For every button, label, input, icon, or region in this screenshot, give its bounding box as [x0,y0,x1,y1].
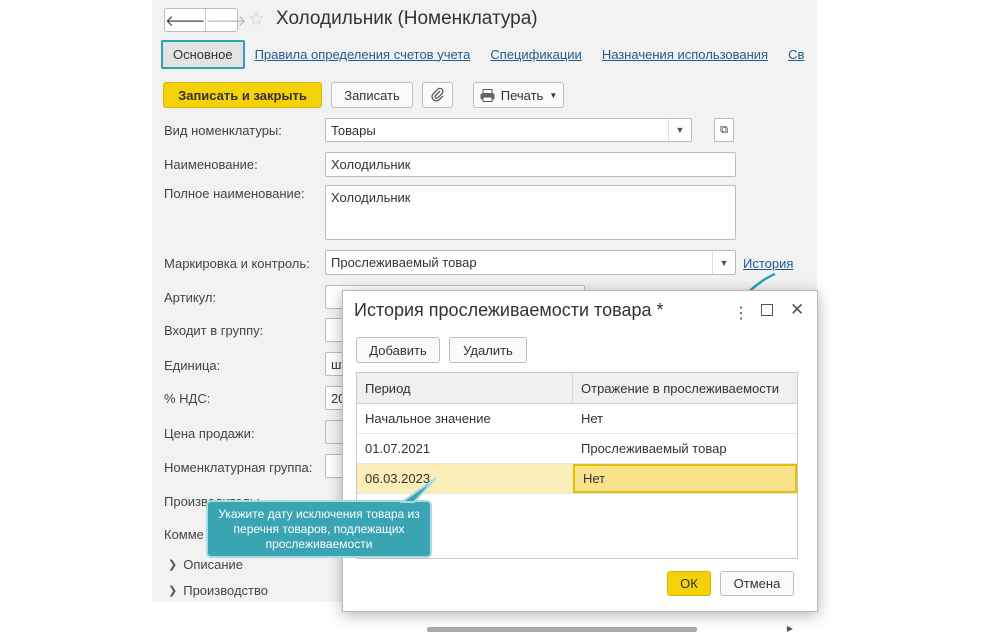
tab-more[interactable]: Св [788,47,804,62]
chevron-down-icon[interactable]: ▼ [668,119,691,141]
printer-icon [480,88,495,102]
column-header-reflection[interactable]: Отражение в прослеживаемости [573,373,797,403]
window-title: Холодильник (Номенклатура) [276,8,538,29]
table-row[interactable]: 01.07.2021 Прослеживаемый товар [357,434,797,464]
table-row[interactable]: Начальное значение Нет [357,404,797,434]
marking-select[interactable]: Прослеживаемый товар ▼ [325,250,736,275]
paperclip-icon [430,87,444,102]
ok-button[interactable]: ОК [667,571,711,596]
hint-callout: Укажите дату исключения товара из перечн… [206,500,432,558]
name-input[interactable]: Холодильник [325,152,736,177]
tab-usage[interactable]: Назначения использования [602,47,768,62]
price-label: Цена продажи: [164,426,255,441]
favorite-star-icon[interactable]: ☆ [248,8,265,31]
dialog-title: История прослеживаемости товара * [354,300,664,320]
name-label: Наименование: [164,157,258,172]
column-header-period[interactable]: Период [357,373,573,403]
article-label: Артикул: [164,290,217,305]
kind-value: Товары [331,123,376,138]
add-button[interactable]: Добавить [356,337,440,363]
more-icon[interactable]: ⋮ [733,303,749,323]
chevron-down-icon: ▼ [549,90,558,100]
tab-main[interactable]: Основное [161,39,245,69]
delete-button[interactable]: Удалить [449,337,527,363]
tab-account-rules[interactable]: Правила определения счетов учета [255,47,471,62]
vat-label: % НДС: [164,391,211,406]
save-button[interactable]: Записать [331,82,413,108]
attach-button[interactable] [422,82,453,108]
marking-value: Прослеживаемый товар [331,255,477,270]
cancel-button[interactable]: Отмена [720,571,794,596]
callout-pointer-icon [400,477,437,503]
period-cell[interactable]: 06.03.2023 [357,464,573,493]
kind-select[interactable]: Товары ▼ [325,118,692,142]
section-production[interactable]: ❯ Производство [168,583,268,598]
reflection-cell: Нет [581,411,604,426]
fullname-textarea[interactable]: Холодильник [325,185,736,240]
print-button[interactable]: Печать ▼ [473,82,564,108]
horizontal-scrollbar[interactable]: ▶ [427,624,793,634]
period-cell: 01.07.2021 [365,441,431,456]
scroll-right-icon[interactable]: ▶ [787,624,793,633]
unit-label: Единица: [164,358,221,373]
print-label: Печать [500,87,544,103]
save-and-close-button[interactable]: Записать и закрыть [163,82,322,108]
chevron-right-icon: ❯ [168,559,178,571]
maximize-icon[interactable] [761,304,773,316]
group-label: Входит в группу: [164,323,264,338]
scrollbar-thumb[interactable] [427,627,697,632]
section-description[interactable]: ❯ Описание [168,557,243,572]
reflection-cell: Прослеживаемый товар [581,441,727,456]
reflection-cell[interactable]: Нет [573,464,797,493]
fullname-label: Полное наименование: [164,186,305,201]
open-icon[interactable]: ⧉ [714,118,734,142]
close-icon[interactable]: ✕ [790,300,804,320]
nomgroup-label: Номенклатурная группа: [164,460,313,475]
chevron-right-icon: ❯ [168,585,178,597]
back-arrow-icon[interactable]: 🡐 [165,9,207,31]
history-link[interactable]: История [743,256,793,271]
table-header: Период Отражение в прослеживаемости [357,373,797,404]
tracking-history-dialog: История прослеживаемости товара * ⋮ ✕ До… [342,290,818,633]
comment-label: Комме [164,527,204,542]
nav-buttons: 🡐 🡒 [164,8,246,32]
kind-label: Вид номенклатуры: [164,123,282,138]
marking-label: Маркировка и контроль: [164,256,310,271]
forward-arrow-icon[interactable]: 🡒 [206,9,246,31]
period-cell: Начальное значение [365,411,491,426]
tab-specifications[interactable]: Спецификации [490,47,582,62]
tabs: Основное Правила определения счетов учет… [161,39,817,69]
